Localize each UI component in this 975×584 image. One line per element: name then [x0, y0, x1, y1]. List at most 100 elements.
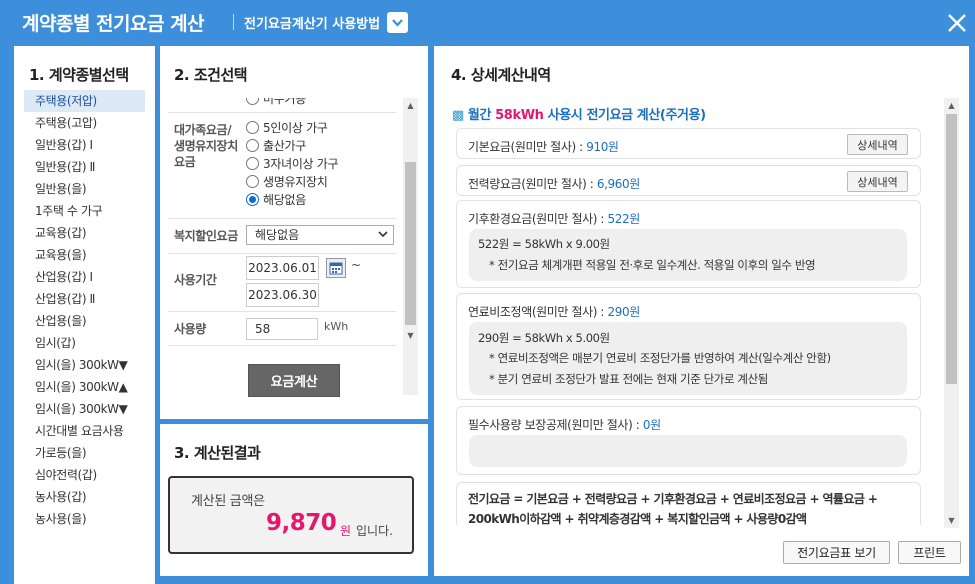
condition-scroll-area: 미수거용 대가족요금/ 생명유지장치 요금 5인이상 가구출산가구 3자녀이상 가… [168, 98, 417, 395]
fuel-note-2: * 분기 연료비 조정단가 발표 전에는 현재 기준 단가로 계산됨 [489, 372, 768, 386]
detail-head-usage: 58kWh [495, 108, 544, 123]
row-divider [168, 345, 396, 346]
row-divider [168, 218, 396, 219]
contract-type-item[interactable]: 농사용(갑) [24, 486, 145, 508]
usage-input[interactable]: 58 [246, 318, 318, 340]
discount-option-label: 생명유지장치 [263, 174, 328, 189]
condition-scroll-thumb[interactable] [405, 162, 416, 325]
title-divider [233, 14, 234, 30]
row-divider [168, 311, 396, 312]
energy-fee-detail-button[interactable]: 상세내역 [847, 171, 908, 192]
fuel-note-1: * 연료비조정액은 매분기 연료비 조정단가를 반영하여 계산(일수계산 안함) [489, 351, 831, 365]
calendar-button[interactable] [326, 258, 346, 278]
result-amount: 9,870 [266, 510, 337, 536]
contract-type-item[interactable]: 교육용(갑) [24, 222, 145, 244]
result-panel: 3. 계산된결과 계산된 금액은 9,870 원 입니다. [160, 424, 428, 576]
contract-type-item[interactable]: 임시(을) 300kW▲ [24, 376, 145, 398]
contract-type-item[interactable]: 일반용(을) [24, 178, 145, 200]
contract-type-item[interactable]: 산업용(갑) Ⅱ [24, 288, 145, 310]
contract-type-item[interactable]: 시간대별 요금사용 [24, 420, 145, 442]
detail-scroll-thumb[interactable] [946, 114, 957, 384]
grid-bullet-icon: ▩ [452, 108, 464, 123]
chevron-down-icon [378, 231, 388, 238]
contract-type-item[interactable]: 농사용(을) [24, 508, 145, 530]
contract-type-item[interactable]: 임시(을) 300kW▼ [24, 398, 145, 420]
fuel-cost-label: 연료비조정액(원미만 절사) : [468, 305, 605, 319]
climate-fee-title: 기후환경요금(원미만 절사) : 522원 [468, 210, 640, 227]
discount-option-label: 출산가구 [263, 138, 306, 153]
contract-type-item[interactable]: 임시(을) 300kW▼ [24, 354, 145, 376]
detail-title: 4. 상세계산내역 [451, 66, 551, 84]
welfare-select-value: 해당없음 [255, 228, 300, 242]
help-link[interactable]: 전기요금계산기 사용방법 [244, 13, 380, 32]
print-button[interactable]: 프린트 [898, 541, 961, 564]
contract-type-title: 1. 계약종별선택 [29, 66, 129, 84]
fuel-formula: 290원 = 58kWh x 5.00원 [478, 331, 610, 345]
contract-type-item[interactable]: 산업용(갑) Ⅰ [24, 266, 145, 288]
discount-option[interactable]: 3자녀이상 가구 [246, 154, 339, 172]
climate-note: * 전기요금 체계개편 적용일 전·후로 일수계산. 적용일 이후의 일수 반영 [489, 258, 816, 272]
basic-fee-value: 910원 [586, 140, 619, 154]
contract-type-item[interactable]: 일반용(갑) Ⅱ [24, 156, 145, 178]
scroll-up-arrow-icon[interactable]: ▲ [944, 98, 959, 113]
result-box: 계산된 금액은 9,870 원 입니다. [168, 476, 414, 554]
discount-option-label: 5인이상 가구 [263, 120, 328, 135]
basic-fee-card: 기본요금(원미만 절사) : 910원 상세내역 [456, 128, 921, 159]
discount-option[interactable]: 해당없음 [246, 190, 306, 208]
row-divider [168, 253, 396, 254]
climate-fee-value: 522원 [607, 212, 641, 226]
scroll-down-arrow-icon[interactable]: ▼ [944, 513, 959, 528]
climate-fee-label: 기후환경요금(원미만 절사) : [468, 212, 605, 226]
contract-type-item[interactable]: 임시(갑) [24, 332, 145, 354]
basic-fee-title: 기본요금(원미만 절사) : 910원 [468, 138, 619, 155]
radio-button[interactable] [246, 120, 259, 134]
scroll-down-arrow-icon[interactable]: ▼ [403, 328, 418, 343]
fuel-cost-detail: 290원 = 58kWh x 5.00원 * 연료비조정액은 매분기 연료비 조… [469, 322, 907, 395]
discount-option[interactable]: 생명유지장치 [246, 172, 328, 190]
radio-button[interactable] [246, 98, 259, 105]
calculate-button[interactable]: 요금계산 [248, 364, 340, 397]
period-label: 사용기간 [174, 273, 217, 287]
contract-type-item[interactable]: 일반용(갑) Ⅰ [24, 134, 145, 156]
rate-table-button[interactable]: 전기요금표 보기 [783, 541, 890, 564]
usage-unit: kWh [324, 320, 349, 333]
total-formula: 전기요금 = 기본요금 + 전력량요금 + 기후환경요금 + 연료비조정요금 +… [468, 492, 878, 525]
discount-option[interactable]: 출산가구 [246, 136, 306, 154]
fuel-cost-value: 290원 [607, 305, 641, 319]
welfare-select[interactable]: 해당없음 [246, 225, 394, 245]
energy-fee-card: 전력량요금(원미만 절사) : 6,960원 상세내역 [456, 165, 921, 196]
detail-panel: 4. 상세계산내역 ▩ 월간 58kWh 사용시 전기요금 계산(주거용) 기본요… [434, 46, 969, 576]
contract-type-item[interactable]: 주택용(저압) [24, 90, 145, 112]
contract-type-item[interactable]: 주택용(고압) [24, 112, 145, 134]
essential-deduction-label: 필수사용량 보장공제(원미만 절사) : [468, 418, 640, 432]
discount-option[interactable]: 5인이상 가구 [246, 118, 328, 136]
scroll-up-arrow-icon[interactable]: ▲ [403, 98, 418, 113]
condition-panel: 2. 조건선택 미수거용 대가족요금/ 생명유지장치 요금 5인이상 가구 출산가… [160, 46, 428, 419]
total-formula-card: 전기요금 = 기본요금 + 전력량요금 + 기후환경요금 + 연료비조정요금 +… [456, 482, 921, 525]
fuel-cost-card: 연료비조정액(원미만 절사) : 290원 290원 = 58kWh x 5.0… [456, 293, 921, 400]
partial-option[interactable]: 미수거용 [246, 98, 306, 107]
contract-type-item[interactable]: 교육용(을) [24, 244, 145, 266]
end-date-field[interactable]: 2023.06.30 [246, 283, 319, 307]
contract-type-item[interactable]: 산업용(을) [24, 310, 145, 332]
discount-label: 대가족요금/ 생명유지장치 요금 [174, 123, 238, 169]
contract-type-list: 주택용(저압) 주택용(고압) 일반용(갑) Ⅰ 일반용(갑) Ⅱ 일반용(을) 1주택 … [24, 90, 145, 530]
contract-type-item[interactable]: 1주택 수 가구 [24, 200, 145, 222]
help-toggle-button[interactable] [387, 12, 408, 33]
close-button[interactable] [940, 6, 974, 40]
result-unit: 원 [340, 524, 352, 538]
radio-button[interactable] [246, 156, 259, 170]
row-divider [168, 112, 396, 113]
climate-fee-detail: 522원 = 58kWh x 9.00원 * 전기요금 체계개편 적용일 전·후… [469, 229, 907, 281]
radio-button[interactable] [246, 138, 259, 152]
contract-type-item[interactable]: 심야전력(갑) [24, 464, 145, 486]
close-icon [948, 14, 966, 32]
start-date-field[interactable]: 2023.06.01 [246, 256, 319, 280]
contract-type-item[interactable]: 가로등(을) [24, 442, 145, 464]
radio-button[interactable] [246, 174, 259, 188]
fuel-cost-title: 연료비조정액(원미만 절사) : 290원 [468, 303, 640, 320]
chevron-down-icon [392, 18, 403, 27]
radio-button[interactable] [246, 192, 259, 206]
basic-fee-label: 기본요금(원미만 절사) : [468, 140, 583, 154]
basic-fee-detail-button[interactable]: 상세내역 [847, 134, 908, 155]
